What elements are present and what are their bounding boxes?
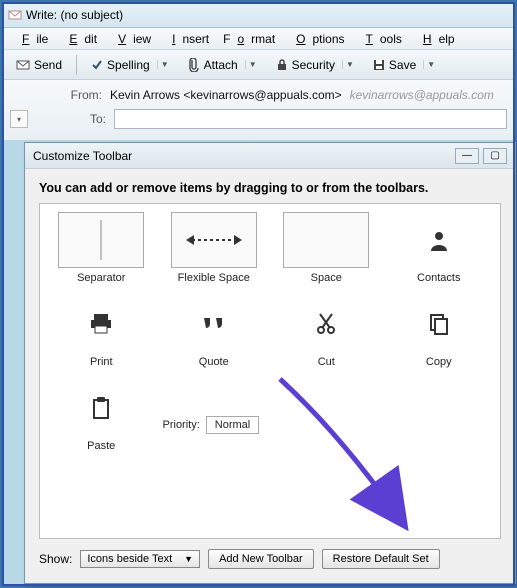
menu-tools[interactable]: Tools [352,30,409,48]
chevron-down-icon[interactable]: ▼ [342,60,357,69]
field-dropdown-icon[interactable]: ▾ [10,110,28,128]
item-print[interactable]: Print [50,296,153,368]
item-label: Cut [318,356,335,368]
dialog-bottom-bar: Show: Icons beside Text ▼ Add New Toolba… [39,549,501,569]
from-value[interactable]: Kevin Arrows <kevinarrows@appuals.com> [110,88,342,102]
send-label: Send [34,58,62,72]
priority-select[interactable]: Normal [206,416,259,434]
add-new-toolbar-button[interactable]: Add New Toolbar [208,549,314,569]
paste-icon [58,380,144,436]
check-icon [91,59,103,71]
chevron-down-icon[interactable]: ▼ [245,60,260,69]
lock-icon [276,58,288,72]
item-space[interactable]: Space [275,212,378,284]
chevron-down-icon[interactable]: ▼ [423,60,438,69]
save-button[interactable]: Save ▼ [367,56,444,74]
send-button[interactable]: Send [10,56,68,74]
attach-button[interactable]: Attach ▼ [182,56,266,74]
spelling-button[interactable]: Spelling ▼ [85,56,178,74]
maximize-button[interactable]: ▢ [483,148,507,164]
menu-edit[interactable]: Edit [55,30,104,48]
menu-options[interactable]: Options [282,30,351,48]
item-label: Paste [87,440,115,452]
item-label: Quote [199,356,229,368]
item-label: Flexible Space [178,272,250,284]
from-label: From: [10,88,110,102]
item-label: Contacts [417,272,460,284]
copy-icon [396,296,482,352]
window-titlebar: Write: (no subject) [2,2,515,28]
item-contacts[interactable]: Contacts [388,212,491,284]
security-label: Security [292,58,335,72]
to-label: To: [32,112,114,126]
security-button[interactable]: Security ▼ [270,56,363,74]
menu-file[interactable]: File [8,30,55,48]
from-account: kevinarrows@appuals.com [350,88,494,102]
customize-toolbar-dialog: Customize Toolbar — ▢ You can add or rem… [24,142,516,584]
from-row: From: Kevin Arrows <kevinarrows@appuals.… [10,84,507,106]
item-label: Print [90,356,113,368]
toolbar-items-palette[interactable]: Separator Flexible Space Space Contacts [39,203,501,539]
chevron-down-icon[interactable]: ▼ [157,60,172,69]
dialog-titlebar: Customize Toolbar — ▢ [25,143,515,169]
dialog-instruction: You can add or remove items by dragging … [39,181,501,195]
restore-default-set-button[interactable]: Restore Default Set [322,549,440,569]
quote-icon [171,296,257,352]
dialog-title-text: Customize Toolbar [33,149,132,163]
to-row: ▾ To: [10,108,507,130]
item-quote[interactable]: Quote [163,296,266,368]
header-area: From: Kevin Arrows <kevinarrows@appuals.… [2,80,515,140]
item-cut[interactable]: Cut [275,296,378,368]
priority-value: Normal [215,419,250,431]
item-separator[interactable]: Separator [50,212,153,284]
menu-view[interactable]: View [104,30,158,48]
chevron-down-icon: ▼ [184,554,193,564]
compose-icon [8,8,22,22]
print-icon [58,296,144,352]
attach-label: Attach [204,58,238,72]
show-mode-value: Icons beside Text [87,553,172,565]
show-label: Show: [39,552,72,566]
minimize-button[interactable]: — [455,148,479,164]
paperclip-icon [188,58,200,72]
compose-toolbar: Send Spelling ▼ Attach ▼ Security ▼ Save… [2,50,515,80]
to-field[interactable] [114,109,507,129]
save-icon [373,59,385,71]
send-icon [16,58,30,72]
contacts-icon [396,212,482,268]
item-copy[interactable]: Copy [388,296,491,368]
save-label: Save [389,58,416,72]
show-mode-select[interactable]: Icons beside Text ▼ [80,550,200,568]
window-title: Write: (no subject) [26,8,123,22]
item-label: Space [311,272,342,284]
menu-format[interactable]: Format [216,30,282,48]
cut-icon [283,296,369,352]
menu-insert[interactable]: Insert [158,30,216,48]
menubar: File Edit View Insert Format Options Too… [2,28,515,50]
menu-help[interactable]: Help [409,30,462,48]
item-label: Separator [77,272,125,284]
priority-label: Priority: [163,419,200,431]
spelling-label: Spelling [107,58,150,72]
item-flexible-space[interactable]: Flexible Space [163,212,266,284]
item-label: Copy [426,356,452,368]
toolbar-separator [76,55,77,75]
item-paste[interactable]: Paste [50,380,153,452]
